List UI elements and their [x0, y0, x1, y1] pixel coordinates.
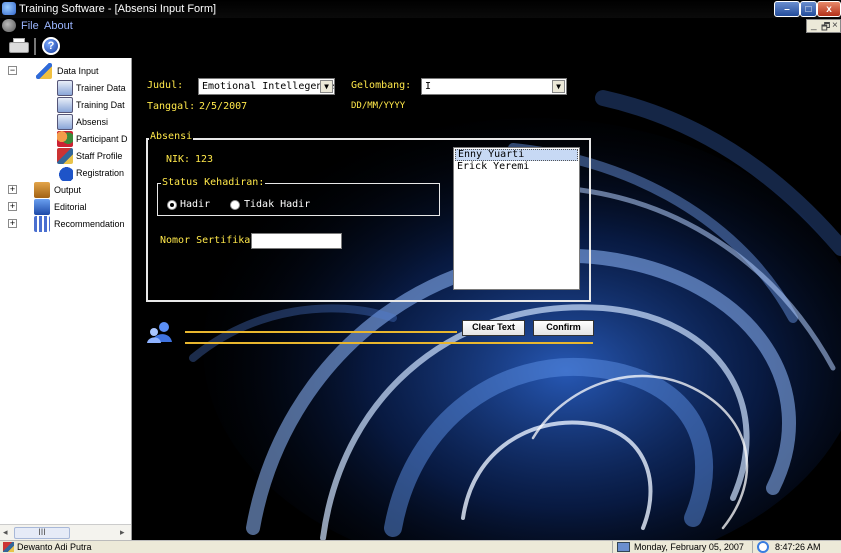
judul-combobox[interactable]: Emotional Intellegence ▼ [198, 78, 335, 95]
menu-file[interactable]: File [21, 20, 39, 32]
close-button[interactable]: x [817, 1, 841, 17]
list-item[interactable]: Erick Yeremi [455, 161, 578, 173]
maximize-button[interactable]: □ [800, 1, 817, 17]
status-time: 8:47:26 AM [775, 542, 821, 552]
tree-label: Absensi [76, 117, 109, 127]
registration-icon [57, 165, 73, 181]
status-bar: Dewanto Adi Putra Monday, February 05, 2… [0, 540, 841, 553]
clock-icon [757, 541, 769, 553]
tanggal-value: 2/5/2007 [199, 101, 248, 112]
tree-label: Recommendation [54, 219, 125, 229]
tree-label: Data Input [57, 66, 99, 76]
user-icon [3, 542, 14, 552]
chevron-down-icon[interactable]: ▼ [552, 80, 565, 93]
tree-horizontal-scrollbar[interactable]: ◂ III ▸ [0, 524, 131, 540]
expand-icon[interactable]: + [8, 185, 17, 194]
participant-icon [57, 131, 73, 147]
absensi-form-area: Judul: Emotional Intellegence ▼ Gelomban… [133, 58, 841, 540]
clear-text-button[interactable]: Clear Text [462, 320, 525, 336]
staff-icon [57, 148, 73, 164]
participant-listbox[interactable]: Enny Yuarti Erick Yeremi [453, 147, 580, 290]
date-format-hint: DD/MM/YYYY [351, 101, 406, 111]
output-icon [34, 182, 50, 198]
judul-value: Emotional Intellegence [202, 81, 335, 92]
menu-bar: File About _ 🗗 × [0, 18, 841, 34]
scroll-left-icon[interactable]: ◂ [3, 527, 8, 538]
radio-tidak-hadir-label[interactable]: Tidak Hadir [244, 199, 310, 210]
tree-label: Staff Profile [76, 151, 123, 161]
menu-about[interactable]: About [44, 20, 73, 32]
absensi-group-title: Absensi [149, 131, 194, 142]
calendar-icon [617, 542, 630, 552]
confirm-button[interactable]: Confirm [533, 320, 594, 336]
help-icon: ? [42, 37, 60, 55]
editorial-icon [34, 199, 50, 215]
user-icon [146, 320, 174, 344]
chevron-down-icon[interactable]: ▼ [320, 80, 333, 93]
radio-hadir-label[interactable]: Hadir [180, 199, 210, 210]
document-icon [57, 80, 73, 96]
help-button[interactable]: ? [40, 37, 62, 55]
document-icon [57, 97, 73, 113]
nik-value: 123 [195, 154, 214, 165]
separator-line-bottom [185, 342, 593, 344]
nomor-sertifikat-input[interactable] [251, 233, 342, 249]
mdi-minimize-button[interactable]: _ [811, 20, 817, 31]
status-date: Monday, February 05, 2007 [634, 542, 744, 552]
gelombang-label: Gelombang: [351, 80, 412, 91]
scroll-right-icon[interactable]: ▸ [120, 527, 125, 538]
navigation-tree: − Data Input Trainer Data Training Dat A… [0, 58, 132, 540]
document-icon [57, 114, 73, 130]
expand-icon[interactable]: + [8, 202, 17, 211]
tree-label: Output [54, 185, 82, 195]
nik-label: NIK: [166, 154, 191, 165]
status-divider [612, 541, 613, 553]
app-icon [2, 2, 16, 15]
tree-label: Participant D [76, 134, 128, 144]
gelombang-value: I [425, 81, 432, 92]
status-kehadiran-title: Status Kehadiran: [161, 177, 266, 188]
recommendation-icon [34, 216, 50, 232]
mdi-close-button[interactable]: × [832, 20, 838, 31]
expand-icon[interactable]: + [8, 219, 17, 228]
title-bar: Training Software - [Absensi Input Form]… [0, 0, 841, 18]
status-user: Dewanto Adi Putra [17, 542, 92, 552]
window-title: Training Software - [Absensi Input Form] [19, 3, 217, 15]
data-input-icon [36, 63, 52, 79]
status-divider [752, 541, 753, 553]
tree-label: Registration [76, 168, 125, 178]
collapse-icon[interactable]: − [8, 66, 17, 75]
radio-tidak-hadir[interactable] [230, 200, 240, 210]
tree-label: Editorial [54, 202, 87, 212]
child-window-icon[interactable] [2, 19, 16, 32]
list-item[interactable]: Enny Yuarti [455, 149, 578, 161]
nomor-sertifikat-label: Nomor Sertifikat: [160, 235, 263, 246]
tree-label: Trainer Data [76, 83, 126, 93]
toolbar-separator [34, 38, 36, 55]
print-button[interactable] [8, 37, 30, 55]
scrollbar-thumb[interactable]: III [14, 527, 70, 539]
mdi-window-controls: _ 🗗 × [806, 19, 841, 33]
minimize-button[interactable]: – [774, 1, 800, 17]
judul-label: Judul: [147, 80, 184, 91]
tree-label: Training Dat [76, 100, 125, 110]
gelombang-combobox[interactable]: I ▼ [421, 78, 567, 95]
toolbar: ? [0, 34, 841, 58]
separator-line-top [185, 331, 457, 333]
radio-hadir[interactable] [167, 200, 177, 210]
tanggal-label: Tanggal: [147, 101, 196, 112]
